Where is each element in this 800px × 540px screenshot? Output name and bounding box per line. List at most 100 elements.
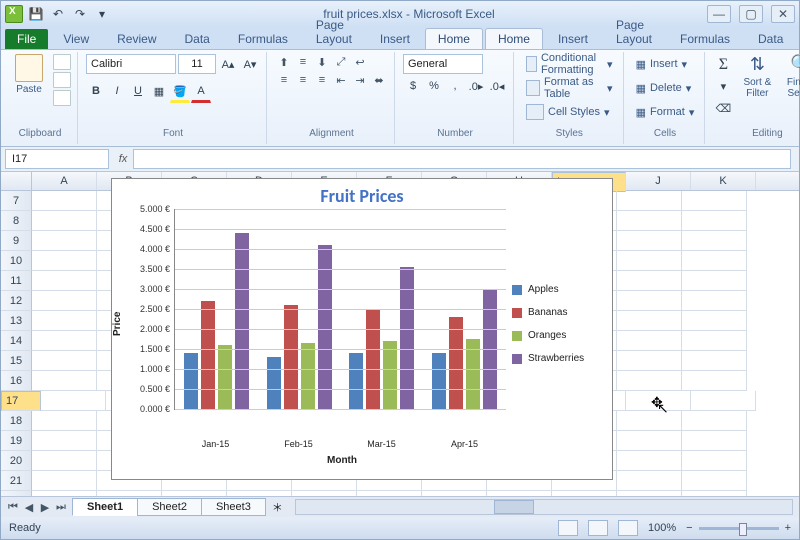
undo-icon[interactable]: ↶ [49, 5, 67, 23]
align-bottom-icon[interactable]: ⬇ [313, 54, 331, 70]
ribbon-tab-data[interactable]: Data [745, 28, 796, 49]
sheet-nav-prev-icon[interactable]: ◀ [21, 501, 37, 514]
page-layout-view-icon[interactable] [588, 520, 608, 536]
cell[interactable] [292, 491, 357, 496]
save-icon[interactable]: 💾 [27, 5, 45, 23]
row-header[interactable]: 19 [1, 431, 32, 451]
cell[interactable] [682, 351, 747, 371]
col-header[interactable]: J [626, 172, 691, 190]
cell[interactable] [357, 491, 422, 496]
fill-color-icon[interactable]: 🪣 [170, 81, 190, 103]
delete-cells-button[interactable]: ▦ Delete ▾ [632, 78, 696, 98]
cell[interactable] [682, 291, 747, 311]
cell-styles-button[interactable]: Cell Styles ▾ [522, 102, 614, 122]
cell[interactable] [682, 491, 747, 496]
embedded-chart[interactable]: Fruit Prices Price 0.000 €0.500 €1.000 €… [111, 178, 613, 480]
row-header[interactable]: 17 [1, 391, 41, 411]
cell[interactable] [227, 491, 292, 496]
sheet-nav-first-icon[interactable]: ⏮ [5, 501, 21, 514]
cell[interactable] [617, 371, 682, 391]
row-header[interactable]: 16 [1, 371, 32, 391]
zoom-out-icon[interactable]: − [686, 522, 692, 534]
cell[interactable] [682, 231, 747, 251]
cell[interactable] [32, 491, 97, 496]
underline-button[interactable]: U [128, 81, 148, 101]
cell[interactable] [617, 471, 682, 491]
cell[interactable] [682, 471, 747, 491]
cell[interactable] [682, 251, 747, 271]
minimize-button[interactable]: — [707, 5, 731, 23]
align-middle-icon[interactable]: ≡ [294, 54, 312, 70]
cell[interactable] [41, 391, 106, 411]
autosum-icon[interactable]: Σ [713, 54, 733, 74]
row-header[interactable]: 14 [1, 331, 32, 351]
fill-icon[interactable]: ▾ [713, 76, 733, 96]
row-header[interactable]: 8 [1, 211, 32, 231]
cell[interactable] [32, 191, 97, 211]
select-all-corner[interactable] [1, 172, 32, 190]
format-painter-icon[interactable] [53, 90, 71, 106]
align-left-icon[interactable]: ≡ [275, 72, 293, 88]
cell[interactable] [162, 491, 227, 496]
normal-view-icon[interactable] [558, 520, 578, 536]
row-header[interactable]: 11 [1, 271, 32, 291]
cell[interactable] [617, 491, 682, 496]
align-top-icon[interactable]: ⬆ [275, 54, 293, 70]
col-header[interactable]: A [32, 172, 97, 190]
cell[interactable] [682, 191, 747, 211]
ribbon-tab-data[interactable]: Data [172, 28, 223, 49]
maximize-button[interactable]: ▢ [739, 5, 763, 23]
cell[interactable] [617, 251, 682, 271]
border-icon[interactable]: ▦ [149, 81, 169, 101]
cell[interactable] [32, 351, 97, 371]
percent-format-icon[interactable]: % [424, 76, 444, 96]
increase-font-icon[interactable]: A▴ [218, 54, 238, 74]
row-header[interactable]: 9 [1, 231, 32, 251]
cell[interactable] [626, 391, 691, 411]
zoom-level[interactable]: 100% [648, 522, 676, 534]
ribbon-tab-page-layout[interactable]: Page Layout [303, 14, 365, 49]
cell[interactable] [682, 411, 747, 431]
cell[interactable] [682, 311, 747, 331]
cell[interactable] [682, 331, 747, 351]
clear-icon[interactable]: ⌫ [713, 98, 733, 118]
cell[interactable] [32, 411, 97, 431]
insert-cells-button[interactable]: ▦ Insert ▾ [632, 54, 691, 74]
cut-icon[interactable] [53, 54, 71, 70]
row-header[interactable]: 20 [1, 451, 32, 471]
row-header[interactable]: 13 [1, 311, 32, 331]
cell[interactable] [617, 271, 682, 291]
name-box[interactable]: I17 [5, 149, 109, 169]
font-name-select[interactable]: Calibri [86, 54, 176, 74]
cell[interactable] [691, 391, 756, 411]
row-header[interactable]: 18 [1, 411, 32, 431]
decrease-indent-icon[interactable]: ⇤ [332, 72, 350, 88]
copy-icon[interactable] [53, 72, 71, 88]
formula-input[interactable] [133, 149, 791, 169]
ribbon-tab-formulas[interactable]: Formulas [225, 28, 301, 49]
page-break-view-icon[interactable] [618, 520, 638, 536]
cell[interactable] [32, 371, 97, 391]
ribbon-tab-insert[interactable]: Insert [367, 28, 423, 49]
sheet-tab[interactable]: Sheet2 [137, 498, 202, 516]
cell[interactable] [617, 291, 682, 311]
cell[interactable] [32, 251, 97, 271]
ribbon-tab-formulas[interactable]: Formulas [667, 28, 743, 49]
increase-indent-icon[interactable]: ⇥ [351, 72, 369, 88]
cell[interactable] [682, 451, 747, 471]
sheet-nav-last-icon[interactable]: ⏭ [53, 501, 69, 514]
bold-button[interactable]: B [86, 81, 106, 101]
cell[interactable] [682, 431, 747, 451]
cell[interactable] [617, 411, 682, 431]
conditional-formatting-button[interactable]: Conditional Formatting ▾ [522, 54, 617, 74]
cell[interactable] [682, 271, 747, 291]
worksheet[interactable]: ABCDEFGHIJK 7891011121314151617181920212… [1, 172, 799, 496]
cell[interactable] [682, 211, 747, 231]
row-header[interactable]: 7 [1, 191, 32, 211]
row-header[interactable]: 15 [1, 351, 32, 371]
redo-icon[interactable]: ↷ [71, 5, 89, 23]
cell[interactable] [487, 491, 552, 496]
ribbon-tab-review[interactable]: Review [104, 28, 169, 49]
ribbon-tab-view[interactable]: View [50, 28, 102, 49]
decrease-decimal-icon[interactable]: .0◂ [487, 76, 507, 96]
